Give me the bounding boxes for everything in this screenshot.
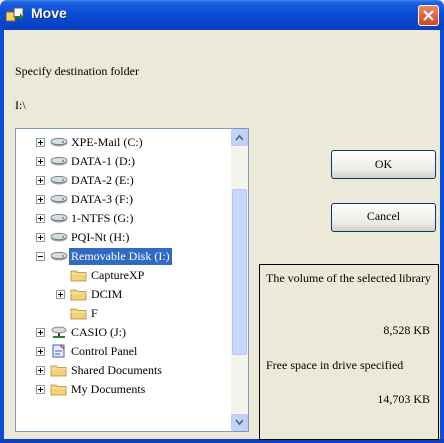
folder-icon (70, 305, 88, 325)
folder-icon (70, 267, 88, 287)
title-bar[interactable]: Move (0, 0, 444, 30)
expand-icon[interactable] (36, 347, 45, 356)
drive-icon (50, 172, 68, 192)
free-space-value: 14,703 KB (377, 392, 430, 406)
drive-icon (50, 210, 68, 230)
tree-item-label: 1-NTFS (G:) (71, 211, 134, 225)
chevron-up-icon (235, 134, 244, 141)
window-title: Move (31, 5, 67, 21)
tree-item-label: PQI-Nt (H:) (71, 230, 130, 244)
scroll-down-button[interactable] (231, 414, 248, 431)
tree-item-label: DATA-3 (F:) (71, 192, 134, 206)
folder-tree[interactable]: XPE-Mail (C:) DATA-1 (D:) DATA-2 (E:) DATA-… (15, 128, 249, 432)
cancel-button[interactable]: Cancel (331, 203, 436, 232)
ok-button[interactable]: OK (331, 150, 436, 179)
expand-icon[interactable] (36, 195, 45, 204)
tree-item-label: My Documents (71, 382, 146, 396)
folder-icon (50, 381, 68, 401)
folder-icon (70, 286, 88, 306)
expand-icon[interactable] (56, 290, 65, 299)
current-path: I:\ (15, 98, 26, 112)
tree-item-label: DATA-2 (E:) (71, 173, 134, 187)
window-frame-left (0, 30, 4, 443)
tree-scrollbar[interactable] (231, 129, 248, 431)
drive-icon (50, 153, 68, 173)
free-space-label: Free space in drive specified (266, 358, 404, 372)
tree-item-label: CaptureXP (91, 268, 145, 282)
drive-info-panel: The volume of the selected library 8,528… (259, 264, 439, 440)
window-frame-right (440, 30, 444, 443)
drive-icon (50, 191, 68, 211)
volume-label: The volume of the selected library (266, 271, 431, 285)
volume-value: 8,528 KB (383, 323, 430, 337)
expand-icon[interactable] (36, 233, 45, 242)
tree-item-label: F (91, 306, 98, 320)
drive-icon (50, 134, 68, 154)
tree-item-label: CASIO (J:) (71, 325, 127, 339)
control-panel-icon (50, 343, 68, 363)
tree-item-label: XPE-Mail (C:) (71, 135, 143, 149)
destination-prompt: Specify destination folder (15, 64, 139, 78)
close-button[interactable] (418, 5, 439, 26)
expand-icon[interactable] (36, 157, 45, 166)
tree-item-label: Removable Disk (I:) (69, 248, 172, 265)
folder-icon (50, 362, 68, 382)
scroll-up-button[interactable] (231, 129, 248, 146)
tree-item-label: Control Panel (71, 344, 138, 358)
expand-icon[interactable] (36, 214, 45, 223)
expand-icon[interactable] (36, 328, 45, 337)
network-drive-icon (50, 324, 68, 344)
close-icon (423, 10, 434, 21)
tree-item-label: DATA-1 (D:) (71, 154, 136, 168)
expand-icon[interactable] (36, 176, 45, 185)
drive-icon (50, 229, 68, 249)
chevron-down-icon (235, 419, 244, 426)
expand-icon[interactable] (36, 138, 45, 147)
expand-icon[interactable] (36, 385, 45, 394)
tree-item-label: Shared Documents (71, 363, 162, 377)
scroll-thumb[interactable] (232, 189, 247, 355)
tree-item-label: DCIM (91, 287, 123, 301)
move-app-icon (6, 7, 24, 22)
drive-icon (50, 248, 68, 268)
collapse-icon[interactable] (36, 252, 45, 261)
expand-icon[interactable] (36, 366, 45, 375)
